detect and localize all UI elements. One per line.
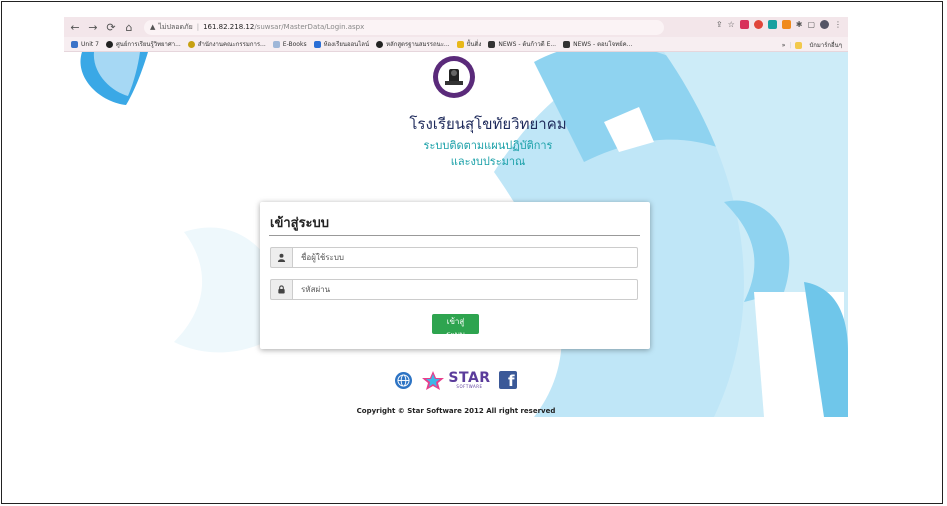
folder-icon xyxy=(795,41,803,49)
bookmark-item[interactable]: ศูนย์การเรียนรู้วิทยาศา... xyxy=(105,39,181,49)
puzzle-icon[interactable]: ✱ xyxy=(796,20,803,29)
browser-toolbar: ← → ⟳ ⌂ ▲ ไม่ปลอดภัย | 161.82.218.12 /su… xyxy=(64,17,848,37)
omnibox-separator: | xyxy=(196,23,200,31)
password-input[interactable] xyxy=(292,279,638,300)
browser-window: ← → ⟳ ⌂ ▲ ไม่ปลอดภัย | 161.82.218.12 /su… xyxy=(64,17,848,417)
share-icon[interactable]: ⇪ xyxy=(716,20,723,29)
username-input[interactable] xyxy=(292,247,638,268)
username-field xyxy=(270,247,638,268)
forward-icon[interactable]: → xyxy=(86,20,100,34)
reload-icon[interactable]: ⟳ xyxy=(104,20,118,34)
password-field xyxy=(270,279,638,300)
bookmark-favicon-icon xyxy=(272,40,280,48)
toolbar-actions: ⇪ ☆ ✱ ▢ ⋮ xyxy=(716,20,842,29)
bookmarks-more-button[interactable]: » xyxy=(782,42,786,49)
bookmark-favicon-icon xyxy=(105,40,113,48)
home-icon[interactable]: ⌂ xyxy=(122,20,136,34)
globe-icon[interactable] xyxy=(395,371,413,389)
bookmark-item[interactable]: E-Books xyxy=(272,40,307,48)
lock-icon xyxy=(270,279,292,300)
bookmark-item[interactable]: หลักสูตรฐานสมรรถนะ... xyxy=(376,39,450,49)
star-logo-icon xyxy=(422,371,445,390)
copyright-text: Copyright © Star Software 2012 All right… xyxy=(356,407,556,415)
star-bookmark-icon[interactable]: ☆ xyxy=(728,20,735,29)
extension-icon[interactable] xyxy=(781,20,791,29)
url-host: 161.82.218.12 xyxy=(203,23,255,31)
other-bookmarks-folder[interactable]: บักมาร์กอื่นๆ xyxy=(809,40,842,50)
bookmark-item[interactable]: NEWS - ตอบโจทย์ค... xyxy=(563,39,632,49)
security-label: ไม่ปลอดภัย xyxy=(158,22,193,31)
bookmark-favicon-icon xyxy=(187,40,195,48)
extension-icon[interactable] xyxy=(739,20,749,29)
login-card: เข้าสู่ระบบ เข้าสู่ระบบ xyxy=(260,202,650,349)
extension-icon[interactable] xyxy=(767,20,777,29)
star-software-logo[interactable]: STAR SOFTWARE xyxy=(420,370,490,390)
login-title: เข้าสู่ระบบ xyxy=(270,216,330,231)
system-subtitle-line2: และงบประมาณ xyxy=(450,155,526,168)
user-icon xyxy=(270,247,292,268)
back-icon[interactable]: ← xyxy=(68,20,82,34)
bookmark-favicon-icon xyxy=(376,40,384,48)
school-logo xyxy=(433,56,475,98)
bookmark-item[interactable]: ห้องเรียนออนไลน์ xyxy=(313,39,369,49)
bookmark-item[interactable]: ปั้นติ่ง xyxy=(456,39,481,49)
bookmarks-overflow: » | บักมาร์กอื่นๆ xyxy=(781,40,842,50)
school-name: โรงเรียนสุโขทัยวิทยาคม xyxy=(409,115,567,133)
extension-icon[interactable] xyxy=(753,20,763,29)
window-icon[interactable]: ▢ xyxy=(807,20,815,29)
bookmark-item[interactable]: Unit 7 xyxy=(71,40,99,48)
login-divider xyxy=(269,235,640,236)
bookmarks-bar: Unit 7 ศูนย์การเรียนรู้วิทยาศา... สำนักง… xyxy=(64,37,848,52)
facebook-icon[interactable]: f xyxy=(498,371,517,389)
bookmark-favicon-icon xyxy=(456,40,464,48)
login-submit-button[interactable]: เข้าสู่ระบบ xyxy=(432,314,479,339)
bookmark-item[interactable]: NEWS - ต้นก้าวดี E... xyxy=(488,39,556,49)
bookmark-favicon-icon xyxy=(71,40,78,48)
bookmark-favicon-icon xyxy=(488,40,496,48)
url-path: /suwsar/MasterData/Login.aspx xyxy=(254,23,365,31)
address-bar[interactable]: ▲ ไม่ปลอดภัย | 161.82.218.12 /suwsar/Mas… xyxy=(144,19,664,35)
school-emblem-icon xyxy=(445,69,463,85)
footer-links: STAR SOFTWARE f xyxy=(64,370,848,390)
bookmark-favicon-icon xyxy=(313,40,321,48)
warning-icon: ▲ xyxy=(150,23,156,31)
star-logo-text: STAR xyxy=(448,370,491,386)
menu-dots-icon[interactable]: ⋮ xyxy=(834,20,842,29)
bookmark-favicon-icon xyxy=(563,40,571,48)
profile-avatar-icon[interactable] xyxy=(820,20,829,29)
login-page: โรงเรียนสุโขทัยวิทยาคม ระบบติดตามแผนปฏิบ… xyxy=(64,52,848,417)
star-logo-subtext: SOFTWARE xyxy=(456,384,483,389)
bookmark-item[interactable]: สำนักงานคณะกรรมการ... xyxy=(187,39,266,49)
